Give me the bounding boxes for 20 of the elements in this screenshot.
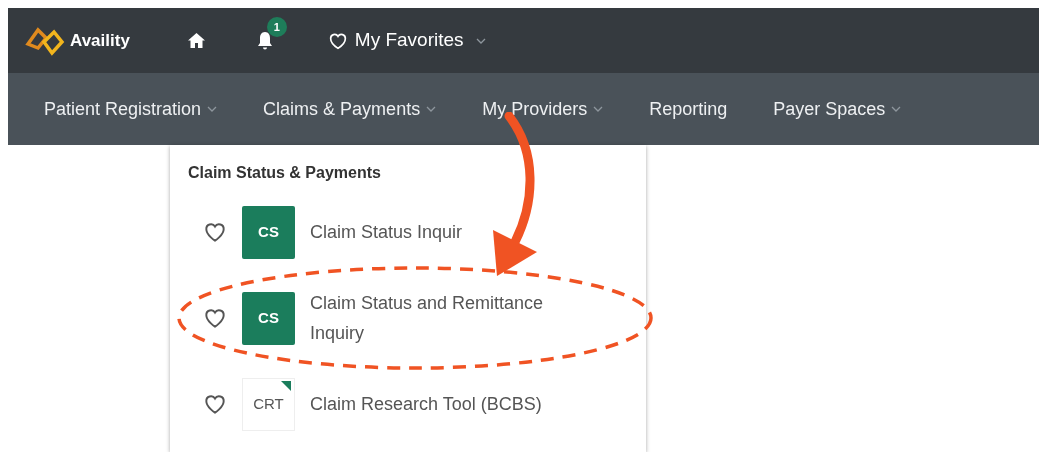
app-badge: CS bbox=[242, 205, 295, 259]
nav-item[interactable]: Payer Spaces bbox=[773, 95, 902, 123]
app-badge: CS bbox=[242, 291, 295, 345]
logo-icon bbox=[24, 25, 66, 56]
menu-item-label[interactable]: Claim Research Tool (BCBS) bbox=[310, 389, 600, 419]
logo-text[interactable]: Availity bbox=[70, 27, 130, 54]
nav-item[interactable]: My Providers bbox=[482, 95, 604, 123]
app-badge: CRT bbox=[242, 377, 295, 431]
corner-flag-icon bbox=[281, 380, 291, 391]
home-icon[interactable] bbox=[187, 33, 205, 48]
nav-item[interactable]: Patient Registration bbox=[44, 95, 218, 123]
nav-item[interactable]: Claims & Payments bbox=[263, 95, 437, 123]
nav-item[interactable]: Reporting bbox=[649, 95, 728, 123]
chevron-icon bbox=[475, 37, 486, 44]
notification-badge: 1 bbox=[266, 17, 287, 37]
menu-heading: Claim Status & Payments bbox=[188, 163, 382, 183]
favorites-menu[interactable]: My Favorites bbox=[326, 26, 486, 55]
menu-item-label[interactable]: Claim Status and Remittance Inquiry bbox=[310, 288, 600, 348]
bell-icon[interactable] bbox=[256, 31, 273, 50]
menu-item-label[interactable]: Claim Status Inquir bbox=[310, 217, 600, 247]
